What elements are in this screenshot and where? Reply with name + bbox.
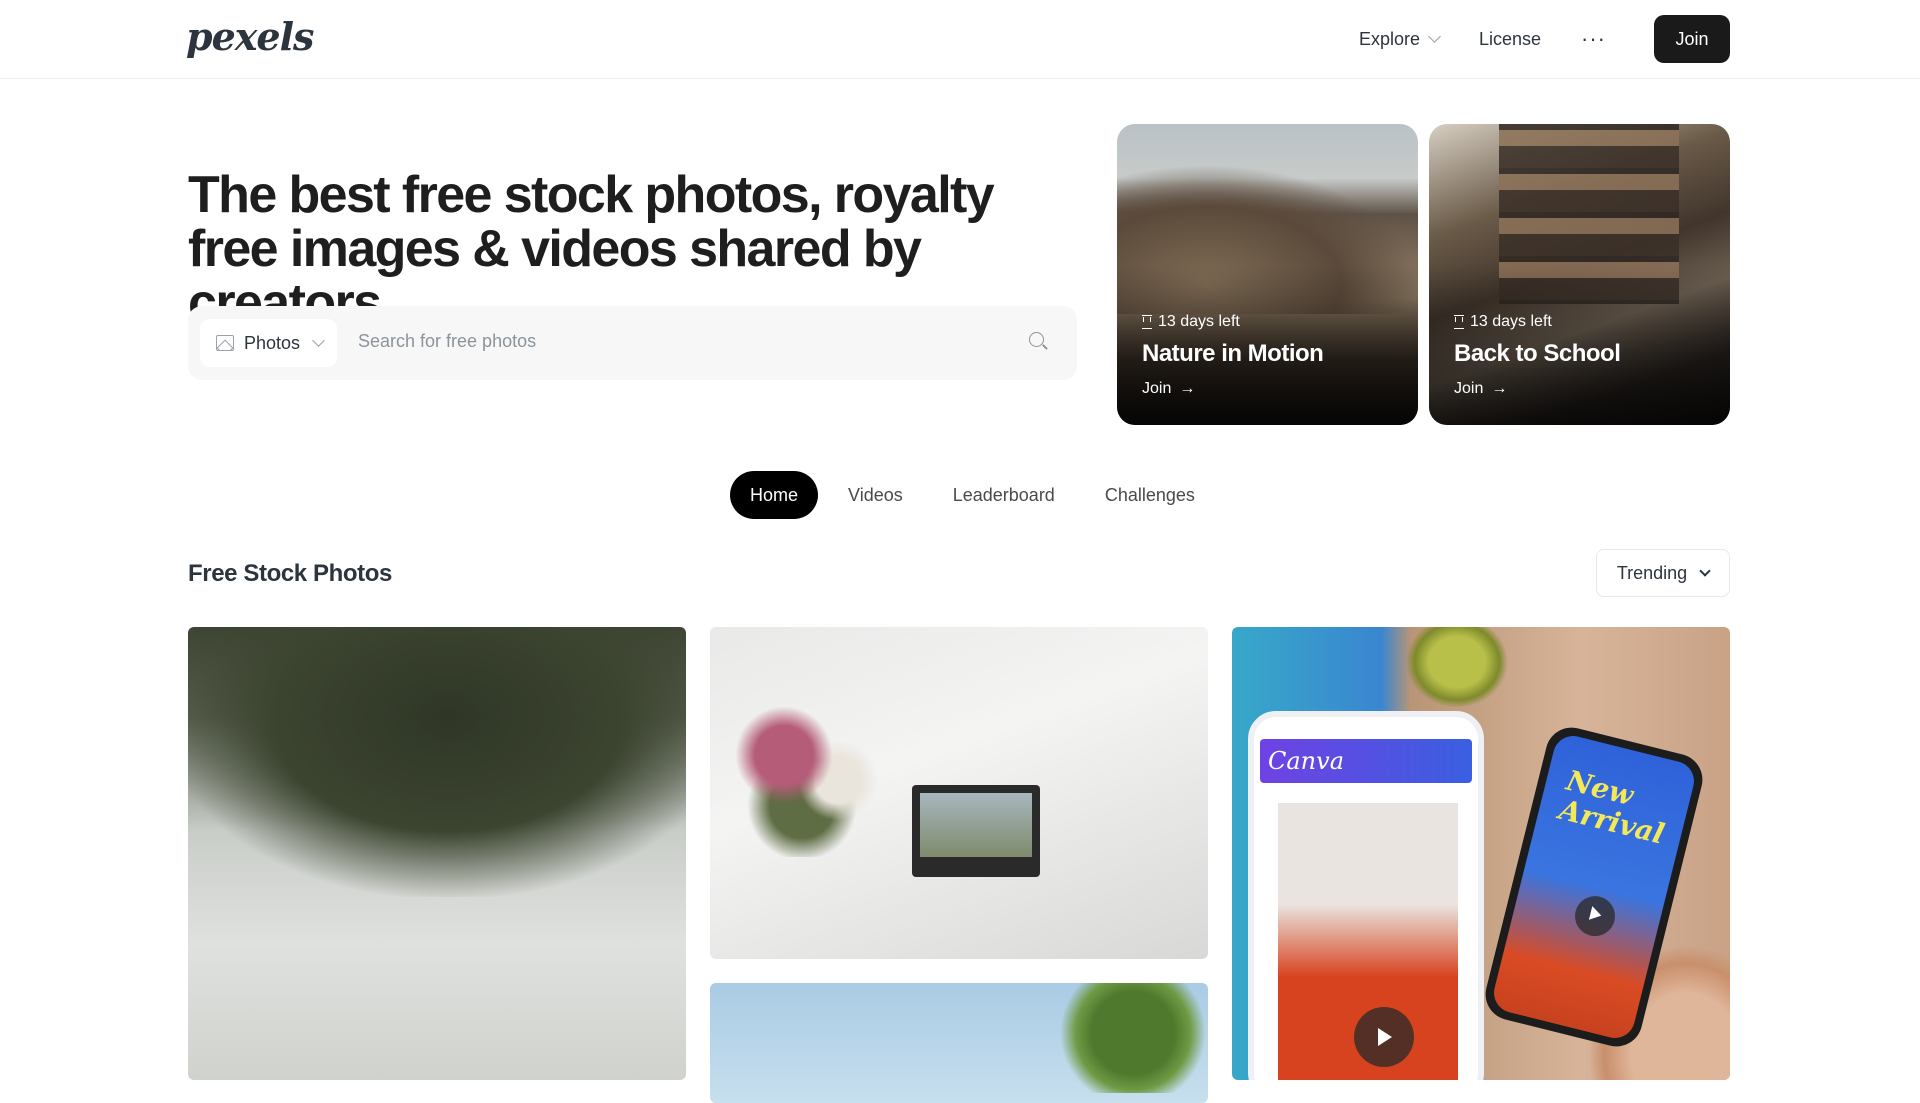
tab-challenges[interactable]: Challenges [1085, 471, 1215, 519]
arrow-right-icon: → [1179, 380, 1196, 397]
photo-laptop [912, 785, 1040, 877]
days-left-label: 13 days left [1158, 313, 1240, 330]
days-left-label: 13 days left [1470, 313, 1552, 330]
challenge-days-left: 13 days left [1142, 313, 1240, 331]
chevron-down-icon [312, 334, 325, 347]
photo-leaf [1407, 627, 1507, 707]
explore-menu[interactable]: Explore [1339, 15, 1459, 63]
photo-sky-tree[interactable] [710, 983, 1208, 1103]
challenge-days-left: 13 days left [1454, 313, 1552, 331]
photo-flowers [730, 687, 910, 857]
chevron-down-icon [1428, 30, 1441, 43]
search-icon[interactable] [1029, 332, 1049, 352]
new-arrival-text: New Arrival [1555, 763, 1668, 851]
photo-bed-laptop-flowers[interactable] [710, 627, 1208, 959]
image-icon [216, 335, 234, 351]
play-icon[interactable] [1570, 891, 1620, 941]
join-button[interactable]: Join [1654, 15, 1730, 63]
search-bar: Photos Search for free photos [188, 306, 1077, 380]
section-title: Free Stock Photos [188, 560, 392, 587]
license-label: License [1478, 28, 1542, 49]
content-tabs: Home Videos Leaderboard Challenges [730, 471, 1215, 519]
canva-logo: Canva [1268, 747, 1344, 775]
sort-label: Trending [1616, 562, 1688, 583]
join-label: Join [1142, 380, 1172, 397]
hourglass-icon [1454, 315, 1464, 329]
sort-dropdown[interactable]: Trending [1596, 549, 1730, 597]
explore-label: Explore [1358, 28, 1420, 49]
challenge-card-back-to-school[interactable]: 13 days left Back to School Join → [1429, 124, 1730, 425]
challenge-join-link[interactable]: Join → [1142, 380, 1195, 398]
video-canva-ad[interactable]: Canva New Arrival [1232, 627, 1730, 1080]
search-type-label: Photos [244, 332, 301, 353]
challenge-title: Back to School [1454, 340, 1621, 367]
license-link[interactable]: License [1459, 15, 1561, 63]
challenge-join-link[interactable]: Join → [1454, 380, 1507, 398]
top-nav: Explore License ··· Join [1339, 15, 1730, 63]
search-type-dropdown[interactable]: Photos [200, 319, 337, 367]
join-label: Join [1454, 380, 1484, 397]
search-input[interactable]: Search for free photos [358, 331, 536, 352]
photo-canopy [188, 627, 686, 897]
chevron-down-icon [1699, 564, 1711, 577]
challenge-title: Nature in Motion [1142, 340, 1324, 367]
challenge-card-nature-in-motion[interactable]: 13 days left Nature in Motion Join → [1117, 124, 1418, 425]
pexels-logo[interactable]: pexels [186, 14, 314, 59]
photo-tree [1048, 983, 1208, 1093]
top-header: pexels Explore License ··· Join [0, 0, 1920, 79]
play-icon[interactable] [1354, 1007, 1414, 1067]
tab-home[interactable]: Home [730, 471, 819, 519]
more-dots-icon: ··· [1581, 26, 1606, 51]
tab-videos[interactable]: Videos [828, 471, 923, 519]
hourglass-icon [1142, 315, 1152, 329]
more-menu-button[interactable]: ··· [1561, 15, 1626, 63]
phone-canva-editor: Canva [1248, 711, 1484, 1080]
tab-leaderboard[interactable]: Leaderboard [933, 471, 1075, 519]
photo-laptop-screen [920, 793, 1032, 857]
arrow-right-icon: → [1491, 380, 1508, 397]
photo-foggy-tree[interactable] [188, 627, 686, 1080]
